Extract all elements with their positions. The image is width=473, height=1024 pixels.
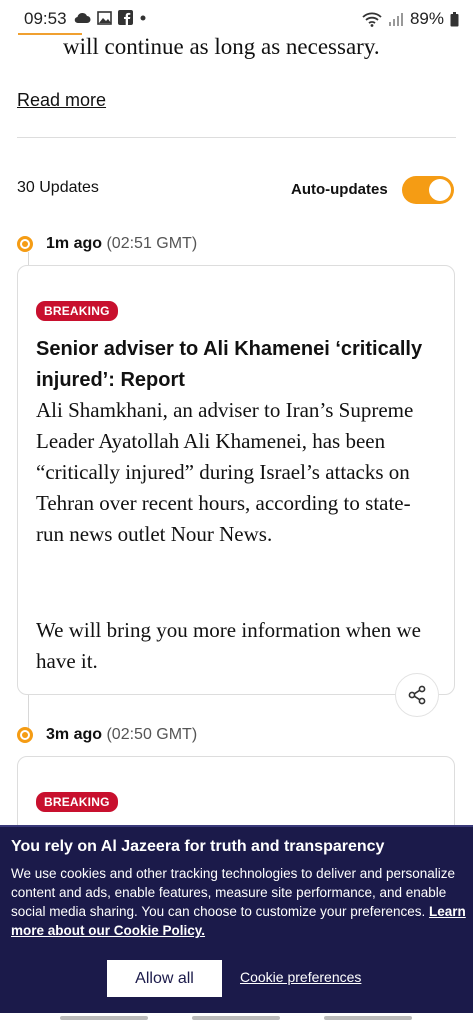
breaking-badge: BREAKING xyxy=(36,792,118,812)
home-button[interactable] xyxy=(192,1016,280,1020)
share-button[interactable] xyxy=(395,673,439,717)
status-bar: 09:53 89% xyxy=(0,0,473,34)
facebook-icon xyxy=(118,10,133,25)
breaking-badge: BREAKING xyxy=(36,301,118,321)
navigation-bar xyxy=(0,1013,473,1024)
post-title: Senior adviser to Ali Khamenei ‘critical… xyxy=(36,338,423,391)
battery-percent: 89% xyxy=(409,9,444,28)
post-timestamp: 1m ago (02:51 GMT) xyxy=(46,235,197,253)
wifi-icon xyxy=(362,12,382,27)
cloud-icon xyxy=(74,12,91,23)
updates-count: 30 Updates xyxy=(17,179,99,196)
image-icon xyxy=(97,10,112,25)
battery-icon xyxy=(450,11,459,26)
timeline-dot xyxy=(17,727,33,743)
post-ago: 3m ago xyxy=(46,726,103,743)
article-text: will continue as long as necessary. xyxy=(63,34,380,59)
system-icons: 89% xyxy=(362,9,459,29)
read-more-link[interactable]: Read more xyxy=(17,90,106,111)
divider xyxy=(17,137,456,138)
share-icon xyxy=(408,685,426,705)
cookie-title: You rely on Al Jazeera for truth and tra… xyxy=(11,838,385,855)
post-time: (02:50 GMT) xyxy=(106,726,198,743)
signal-icon xyxy=(388,13,403,26)
post-time: (02:51 GMT) xyxy=(106,235,198,252)
cookie-description: We use cookies and other tracking techno… xyxy=(11,866,456,919)
allow-all-button[interactable]: Allow all xyxy=(107,960,222,997)
auto-updates-toggle[interactable] xyxy=(402,176,454,204)
cookie-preferences-link[interactable]: Cookie preferences xyxy=(240,969,361,985)
auto-updates-label: Auto-updates xyxy=(291,181,388,198)
post-timestamp: 3m ago (02:50 GMT) xyxy=(46,726,197,744)
cookie-text: We use cookies and other tracking techno… xyxy=(11,864,466,940)
back-button[interactable] xyxy=(324,1016,412,1020)
status-time: 09:53 xyxy=(24,9,67,28)
dot-icon xyxy=(140,15,146,20)
notification-icons xyxy=(74,10,147,25)
post-body: Ali Shamkhani, an adviser to Iran’s Supr… xyxy=(36,398,414,546)
live-post-card: BREAKING Senior adviser to Ali Khamenei … xyxy=(17,265,455,695)
post-body-followup: We will bring you more information when … xyxy=(36,618,421,673)
toggle-knob xyxy=(429,179,451,201)
post-ago: 1m ago xyxy=(46,235,103,252)
timeline-dot xyxy=(17,236,33,252)
recents-button[interactable] xyxy=(60,1016,148,1020)
cookie-banner: You rely on Al Jazeera for truth and tra… xyxy=(0,825,473,1013)
